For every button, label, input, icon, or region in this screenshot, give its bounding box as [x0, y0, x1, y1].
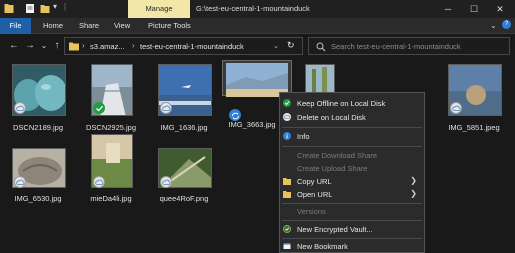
file-thumbnail — [305, 64, 335, 94]
search-placeholder: Search test-eu-central-1-mountainduck — [331, 42, 461, 51]
refresh-button[interactable]: ↻ — [287, 40, 295, 51]
menu-item-label: New Encrypted Vault... — [297, 225, 373, 234]
title-bar: ▾ | Manage G:\test-eu-central-1-mountain… — [0, 0, 515, 18]
help-icon[interactable]: ? — [502, 20, 511, 29]
expand-ribbon-icon[interactable]: ⌄ — [490, 21, 497, 30]
tab-file[interactable]: File — [0, 18, 31, 34]
check-circle-icon — [283, 99, 291, 107]
cloud-status-icon — [450, 102, 462, 114]
tab-share[interactable]: Share — [72, 18, 106, 34]
file-name: IMG_1636.jpg — [160, 123, 208, 132]
file-item[interactable]: DSCN2925.jpg — [76, 64, 146, 140]
properties-icon[interactable] — [25, 3, 35, 14]
context-menu: Keep Offline on Local Disk Delete on Loc… — [279, 92, 425, 253]
folder-icon — [283, 191, 291, 198]
submenu-arrow-icon: ❯ — [410, 176, 417, 185]
menu-item-copy-url[interactable]: Copy URL ❯ — [280, 175, 424, 188]
file-item[interactable]: IMG_1636.jpg — [149, 64, 219, 140]
breadcrumb-drive[interactable]: s3.amaz... — [90, 42, 125, 51]
menu-item-open-url[interactable]: Open URL ❯ — [280, 188, 424, 201]
tab-picture-tools[interactable]: Picture Tools — [141, 18, 198, 34]
file-name: IMG_3663.jpg — [228, 120, 276, 129]
file-name: DSCN2189.jpg — [12, 123, 64, 132]
address-history-button[interactable]: ⌄ — [273, 42, 279, 50]
title-separator: | — [64, 2, 67, 11]
menu-item-label: Create Upload Share — [297, 164, 368, 173]
recent-locations-button[interactable]: ⌄ — [38, 39, 50, 53]
menu-separator — [282, 238, 422, 239]
file-name: mieDa4li.jpg — [90, 194, 132, 203]
cloud-status-icon — [160, 176, 172, 188]
file-name: IMG_6530.jpg — [14, 194, 62, 203]
menu-separator — [282, 203, 422, 204]
tab-view[interactable]: View — [107, 18, 137, 34]
submenu-arrow-icon: ❯ — [410, 189, 417, 198]
minimize-button[interactable]: ─ — [437, 0, 459, 18]
menu-item-info[interactable]: Info — [280, 130, 424, 143]
menu-item-label: Versions — [297, 207, 326, 216]
customize-quick-access-icon[interactable]: ▾ — [53, 2, 63, 13]
new-folder-icon[interactable] — [40, 3, 50, 14]
breadcrumb-separator-icon: › — [82, 41, 85, 50]
file-item[interactable]: IMG_5851.jpeg — [439, 64, 509, 140]
file-item[interactable]: IMG_6530.jpg — [3, 148, 73, 224]
vault-icon — [283, 225, 291, 233]
menu-item-label: Open URL — [297, 190, 333, 199]
menu-item-delete-local[interactable]: Delete on Local Disk — [280, 111, 424, 124]
menu-item-label: Delete on Local Disk — [297, 113, 366, 122]
close-button[interactable]: ✕ — [489, 0, 511, 18]
cloud-icon — [283, 113, 291, 121]
file-item[interactable]: quee4RoF.png — [149, 148, 219, 224]
menu-item-versions: Versions — [280, 205, 424, 218]
cloud-status-icon — [93, 176, 105, 188]
maximize-button[interactable]: ☐ — [463, 0, 485, 18]
ribbon-tabs: File Home Share View Picture Tools ⌄ ? — [0, 18, 515, 34]
app-icon — [4, 4, 14, 13]
menu-item-label: Info — [297, 132, 310, 141]
tab-manage[interactable]: Manage — [128, 0, 190, 18]
info-icon — [283, 132, 291, 140]
file-name: IMG_5851.jpeg — [448, 123, 500, 132]
menu-item-label: Copy URL — [297, 177, 332, 186]
file-name: quee4RoF.png — [159, 194, 209, 203]
forward-button[interactable]: → — [24, 39, 36, 53]
tab-home[interactable]: Home — [36, 18, 70, 34]
menu-item-new-bookmark[interactable]: New Bookmark — [280, 240, 424, 253]
search-icon — [316, 42, 326, 52]
address-bar[interactable]: › s3.amaz... › test-eu-central-1-mountai… — [64, 37, 303, 55]
folder-icon — [283, 178, 291, 185]
menu-item-create-download-share: Create Download Share — [280, 149, 424, 162]
menu-item-label: New Bookmark — [297, 242, 348, 251]
menu-separator — [282, 127, 422, 128]
menu-separator — [282, 146, 422, 147]
bookmark-icon — [283, 243, 291, 249]
navigation-bar: ← → ⌄ ↑ › s3.amaz... › test-eu-central-1… — [0, 34, 515, 58]
file-name: DSCN2925.jpg — [85, 123, 137, 132]
menu-item-label: Create Download Share — [297, 151, 378, 160]
menu-item-keep-offline[interactable]: Keep Offline on Local Disk — [280, 97, 424, 110]
file-item-selected[interactable]: IMG_3663.jpg — [222, 60, 292, 129]
up-button[interactable]: ↑ — [51, 39, 63, 53]
cloud-status-icon — [160, 102, 172, 114]
menu-separator — [282, 220, 422, 221]
back-button[interactable]: ← — [8, 39, 20, 53]
file-item[interactable]: DSCN2189.jpg — [3, 64, 73, 140]
menu-item-create-upload-share: Create Upload Share — [280, 162, 424, 175]
window-title: G:\test-eu-central-1-mountainduck — [196, 4, 310, 13]
breadcrumb-separator-icon: › — [132, 41, 135, 50]
file-item[interactable]: mieDa4li.jpg — [76, 134, 146, 210]
search-box[interactable]: Search test-eu-central-1-mountainduck — [308, 37, 510, 55]
cloud-status-icon — [14, 102, 26, 114]
folder-icon — [69, 42, 79, 51]
menu-item-label: Keep Offline on Local Disk — [297, 99, 386, 108]
menu-item-new-encrypted-vault[interactable]: New Encrypted Vault... — [280, 223, 424, 236]
offline-status-icon — [93, 102, 105, 114]
cloud-status-icon — [14, 176, 26, 188]
breadcrumb-folder[interactable]: test-eu-central-1-mountainduck — [140, 42, 244, 51]
